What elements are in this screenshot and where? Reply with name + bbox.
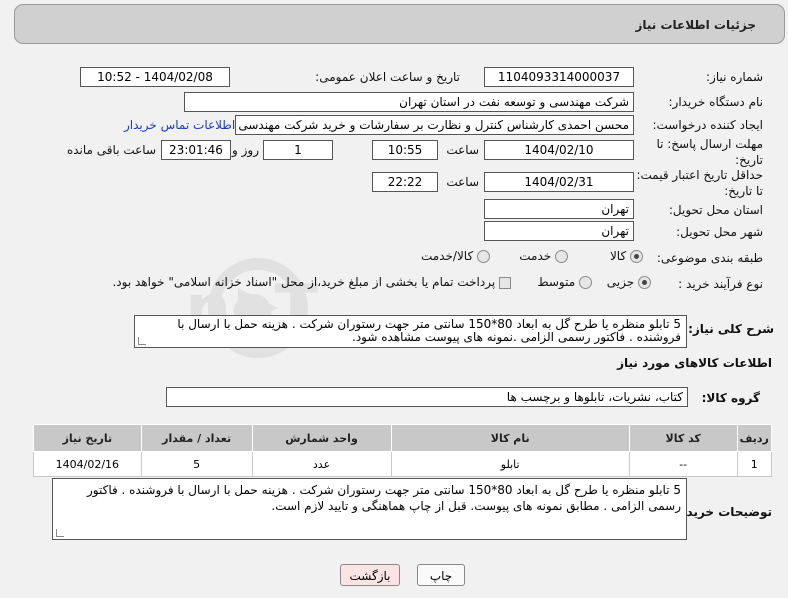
- treasury-payment-option[interactable]: پرداخت تمام یا بخشی از مبلغ خرید،از محل …: [112, 275, 511, 289]
- radio-icon[interactable]: [555, 250, 568, 263]
- price-validity-label: حداقل تاریخ اعتبار قیمت: تا تاریخ:: [636, 168, 763, 198]
- goods-info-heading: اطلاعات کالاهای مورد نیاز: [617, 356, 772, 370]
- requester-label: ایجاد کننده درخواست:: [652, 118, 763, 132]
- buyer-notes-field: 5 تابلو منظره یا طرح گل به ابعاد 80*150 …: [52, 478, 687, 540]
- buyer-org-field: شرکت مهندسی و توسعه نفت در استان تهران: [184, 92, 634, 112]
- resize-handle-icon[interactable]: [138, 337, 146, 345]
- announce-datetime-field: 1404/02/08 - 10:52: [80, 67, 230, 87]
- goods-group-field: کتاب، نشریات، تابلوها و برچسب ها: [166, 387, 688, 407]
- validity-date-field: 1404/02/31: [484, 172, 634, 192]
- cell-item-code: --: [628, 451, 738, 477]
- table-header-row: ردیف کد کالا نام کالا واحد شمارش تعداد /…: [33, 424, 773, 452]
- category-option-goods-service[interactable]: کالا/خدمت: [421, 249, 490, 263]
- cell-unit: عدد: [251, 451, 392, 477]
- delivery-province-field: تهران: [484, 199, 634, 219]
- brief-description-label: شرح کلی نیاز:: [688, 322, 774, 336]
- cell-row-number: 1: [736, 451, 773, 477]
- col-row-number: ردیف: [736, 424, 773, 452]
- page-header: جزئیات اطلاعات نیاز: [14, 4, 785, 44]
- resize-handle-icon[interactable]: [56, 529, 64, 537]
- goods-group-label: گروه کالا:: [701, 391, 760, 405]
- col-item-code: کد کالا: [628, 424, 738, 452]
- table-row: 1 -- تابلو عدد 5 1404/02/16: [33, 451, 773, 477]
- validity-time-label: ساعت: [446, 175, 479, 189]
- reply-remaining-label: ساعت باقی مانده: [66, 143, 156, 157]
- reply-remaining-field: 23:01:46: [161, 140, 231, 160]
- page-title: جزئیات اطلاعات نیاز: [635, 18, 756, 32]
- reply-date-field: 1404/02/10: [484, 140, 634, 160]
- process-option-minor[interactable]: جزیی: [607, 275, 651, 289]
- delivery-city-label: شهر محل تحویل:: [676, 225, 763, 239]
- cell-item-name: تابلو: [390, 451, 630, 477]
- category-option-service[interactable]: خدمت: [519, 249, 568, 263]
- need-number-label: شماره نیاز:: [706, 70, 763, 84]
- purchase-process-label: نوع فرآیند خرید :: [678, 277, 763, 291]
- print-button[interactable]: چاپ: [417, 564, 465, 586]
- checkbox-icon[interactable]: [499, 276, 511, 289]
- reply-deadline-label: مهلت ارسال پاسخ: تا تاریخ:: [656, 137, 763, 167]
- buyer-contact-link[interactable]: اطلاعات تماس خریدار: [124, 118, 235, 132]
- col-item-name: نام کالا: [390, 424, 630, 452]
- goods-table: ردیف کد کالا نام کالا واحد شمارش تعداد /…: [33, 424, 773, 477]
- buyer-org-label: نام دستگاه خریدار:: [668, 95, 764, 109]
- col-need-date: تاریخ نیاز: [33, 424, 142, 452]
- need-number-field: 1104093314000037: [484, 67, 634, 87]
- category-label: طبقه بندی موضوعی:: [656, 251, 763, 265]
- delivery-province-label: استان محل تحویل:: [668, 203, 763, 217]
- validity-time-field: 22:22: [372, 172, 438, 192]
- back-button[interactable]: بازگشت: [340, 564, 400, 586]
- brief-description-field: 5 تابلو منظره یا طرح گل به ابعاد 80*150 …: [134, 315, 687, 348]
- category-option-goods[interactable]: کالا: [610, 249, 643, 263]
- requester-field: محسن احمدی کارشناس کنترل و نظارت بر سفار…: [235, 115, 634, 135]
- delivery-city-field: تهران: [484, 221, 634, 241]
- col-unit: واحد شمارش: [251, 424, 392, 452]
- cell-quantity: 5: [140, 451, 253, 477]
- radio-icon[interactable]: [579, 276, 592, 289]
- reply-days-field: 1: [263, 140, 333, 160]
- col-quantity: تعداد / مقدار: [140, 424, 253, 452]
- announce-datetime-label: تاریخ و ساعت اعلان عمومی:: [315, 70, 460, 84]
- radio-icon[interactable]: [638, 276, 651, 289]
- process-option-medium[interactable]: متوسط: [537, 275, 592, 289]
- reply-time-field: 10:55: [372, 140, 438, 160]
- cell-need-date: 1404/02/16: [33, 451, 142, 477]
- reply-days-label: روز و: [232, 143, 259, 157]
- radio-icon[interactable]: [477, 250, 490, 263]
- watermark-logo: AriaTender.neT: [188, 258, 318, 358]
- reply-time-label: ساعت: [446, 143, 479, 157]
- radio-icon[interactable]: [630, 250, 643, 263]
